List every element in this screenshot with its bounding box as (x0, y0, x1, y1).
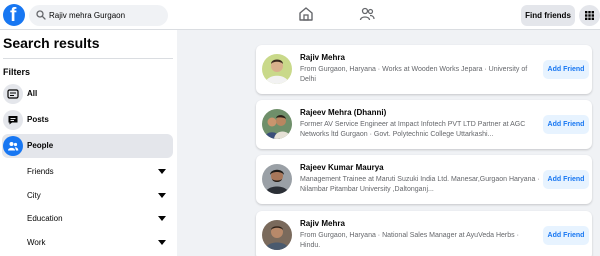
result-card[interactable]: Rajiv Mehra From Gurgaon, Haryana · Work… (256, 45, 592, 94)
facebook-logo[interactable]: f (3, 4, 25, 26)
filter-label: Education (27, 214, 63, 223)
sidebar-divider (3, 58, 173, 59)
result-description: Management Trainee at Maruti Suzuki Indi… (300, 176, 540, 193)
sidebar-item-all[interactable]: All (2, 82, 173, 106)
avatar[interactable] (262, 220, 292, 250)
filter-label: Friends (27, 167, 54, 176)
caret-down-icon (158, 169, 166, 174)
sidebar-item-label: All (27, 89, 38, 98)
people-icon (3, 136, 23, 156)
avatar[interactable] (262, 164, 292, 194)
menu-button[interactable] (579, 5, 600, 26)
add-friend-button[interactable]: Add Friend (543, 170, 589, 189)
result-card[interactable]: Rajeev Kumar Maurya Management Trainee a… (256, 155, 592, 204)
add-friend-button[interactable]: Add Friend (543, 115, 589, 134)
grid-menu-icon (585, 11, 594, 20)
top-navbar: f Find friends (0, 0, 600, 30)
caret-down-icon (158, 216, 166, 221)
home-icon[interactable] (298, 6, 314, 22)
friends-icon[interactable] (359, 6, 375, 22)
result-card[interactable]: Rajiv Mehra From Gurgaon, Haryana · Nati… (256, 211, 592, 256)
avatar[interactable] (262, 54, 292, 84)
result-name[interactable]: Rajeev Kumar Maurya (300, 163, 384, 172)
page-title: Search results (3, 35, 100, 51)
filter-friends-dropdown[interactable]: Friends (2, 161, 173, 183)
feed-icon (3, 84, 23, 104)
result-card[interactable]: Rajeev Mehra (Dhanni) Former AV Service … (256, 100, 592, 149)
search-filters-sidebar: Search results Filters All Posts People … (0, 30, 177, 256)
result-description: From Gurgaon, Haryana · National Sales M… (300, 232, 519, 249)
filter-education-dropdown[interactable]: Education (2, 208, 173, 230)
result-name[interactable]: Rajeev Mehra (Dhanni) (300, 108, 386, 117)
caret-down-icon (158, 240, 166, 245)
caret-down-icon (158, 193, 166, 198)
search-box[interactable] (29, 5, 168, 26)
filters-heading: Filters (3, 67, 31, 77)
logo-letter: f (10, 5, 17, 26)
result-description: From Gurgaon, Haryana · Works at Wooden … (300, 66, 528, 83)
sidebar-item-posts[interactable]: Posts (2, 108, 173, 132)
result-description: Former AV Service Engineer at Impact Inf… (300, 121, 526, 138)
search-icon (36, 10, 46, 20)
add-friend-button[interactable]: Add Friend (543, 60, 589, 79)
sidebar-item-people[interactable]: People (2, 134, 173, 158)
filter-label: City (27, 191, 41, 200)
add-friend-button[interactable]: Add Friend (543, 226, 589, 245)
posts-icon (3, 110, 23, 130)
result-name[interactable]: Rajiv Mehra (300, 219, 345, 228)
filter-label: Work (27, 238, 46, 247)
filter-work-dropdown[interactable]: Work (2, 232, 173, 254)
result-name[interactable]: Rajiv Mehra (300, 53, 345, 62)
search-input[interactable] (49, 7, 164, 24)
avatar[interactable] (262, 109, 292, 139)
filter-city-dropdown[interactable]: City (2, 185, 173, 207)
find-friends-button[interactable]: Find friends (521, 5, 575, 26)
sidebar-item-label: People (27, 141, 54, 150)
sidebar-item-label: Posts (27, 115, 49, 124)
